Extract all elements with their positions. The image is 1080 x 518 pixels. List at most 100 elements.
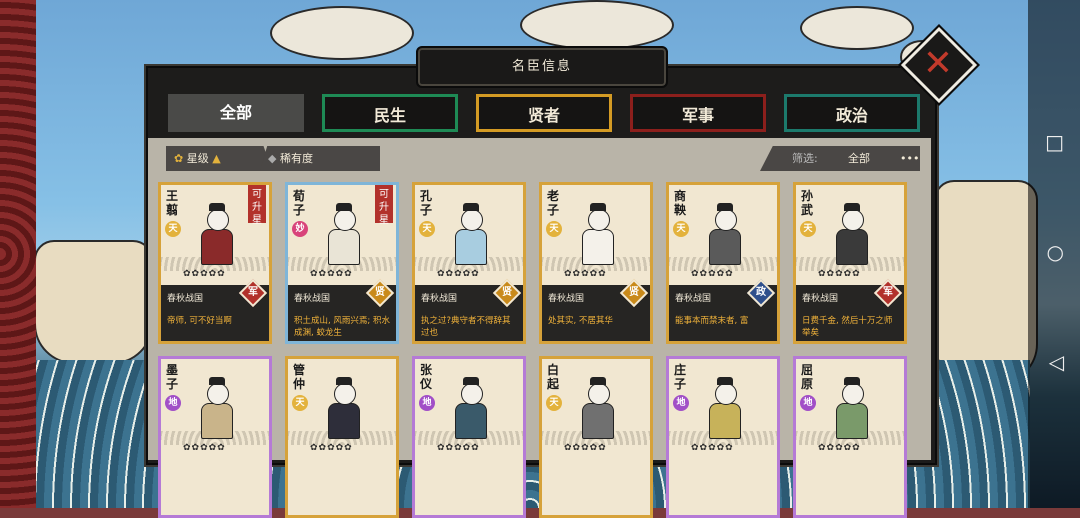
portrait-head bbox=[715, 209, 737, 231]
minister-name: 屈原 bbox=[801, 363, 814, 391]
portrait-robe bbox=[836, 229, 868, 265]
minister-card[interactable]: 王翦天 可升星 ✿✿✿✿✿ 春秋战国 帝师, 可不好当啊 军 bbox=[158, 182, 272, 344]
role-label: 军 bbox=[248, 287, 258, 298]
role-label: 贤 bbox=[629, 287, 639, 298]
minister-portrait bbox=[828, 377, 876, 439]
panel-title: 名臣信息 bbox=[416, 46, 668, 88]
grade-badge: 天 bbox=[419, 221, 435, 237]
minister-card[interactable]: 墨子地 ✿✿✿✿✿ bbox=[158, 356, 272, 518]
minister-name: 张仪 bbox=[420, 363, 433, 391]
portrait-head bbox=[207, 383, 229, 405]
minister-quote: 帝师, 可不好当啊 bbox=[167, 316, 232, 326]
minister-portrait bbox=[828, 203, 876, 265]
minister-quote: 日费千金, 然后十万之师举矣 bbox=[802, 316, 893, 338]
tab-all[interactable]: 全部 bbox=[168, 94, 304, 132]
portrait-head bbox=[842, 383, 864, 405]
upgrade-star-tag[interactable]: 可升星 bbox=[248, 185, 266, 226]
minister-name: 孔子 bbox=[420, 189, 433, 217]
portrait-robe bbox=[328, 403, 360, 439]
portrait-robe bbox=[455, 229, 487, 265]
minister-portrait bbox=[193, 203, 241, 265]
filter-label: 筛选: bbox=[792, 152, 818, 165]
grade-badge: 地 bbox=[165, 395, 181, 411]
star-rating: ✿✿✿✿✿ bbox=[183, 269, 226, 279]
border-pattern bbox=[0, 0, 36, 508]
portrait-head bbox=[461, 383, 483, 405]
minister-card[interactable]: 荀子妙 可升星 ✿✿✿✿✿ 春秋战国 积土成山, 风雨兴焉; 积水成渊, 蛟龙生 贤 bbox=[285, 182, 399, 344]
portrait-hat bbox=[590, 377, 606, 385]
portrait-robe bbox=[582, 403, 614, 439]
minister-portrait bbox=[193, 377, 241, 439]
minister-portrait bbox=[574, 203, 622, 265]
minister-card[interactable]: 屈原地 ✿✿✿✿✿ bbox=[793, 356, 907, 518]
minister-card[interactable]: 白起天 ✿✿✿✿✿ bbox=[539, 356, 653, 518]
more-icon[interactable]: ••• bbox=[900, 146, 919, 171]
minister-card[interactable]: 管仲天 ✿✿✿✿✿ bbox=[285, 356, 399, 518]
sort-star-label: 星级 bbox=[186, 152, 209, 165]
grade-badge: 地 bbox=[419, 395, 435, 411]
portrait-hat bbox=[717, 377, 733, 385]
portrait-robe bbox=[709, 229, 741, 265]
island-left bbox=[34, 240, 153, 364]
star-rating: ✿✿✿✿✿ bbox=[183, 443, 226, 453]
portrait-hat bbox=[463, 203, 479, 211]
portrait-robe bbox=[582, 229, 614, 265]
portrait-robe bbox=[836, 403, 868, 439]
tab-livelihood[interactable]: 民生 bbox=[322, 94, 458, 132]
upgrade-star-tag[interactable]: 可升星 bbox=[375, 185, 393, 226]
era-label: 春秋战国 bbox=[675, 294, 712, 304]
sort-rarity-button[interactable]: ◆ 稀有度 bbox=[260, 146, 380, 171]
role-label: 贤 bbox=[375, 287, 385, 298]
portrait-hat bbox=[336, 203, 352, 211]
era-label: 春秋战国 bbox=[802, 294, 839, 304]
portrait-hat bbox=[463, 377, 479, 385]
cloud bbox=[270, 6, 414, 60]
home-button[interactable]: ○ bbox=[1047, 242, 1064, 262]
era-label: 春秋战国 bbox=[294, 294, 331, 304]
close-icon[interactable]: ✕ bbox=[914, 40, 962, 88]
tab-sage[interactable]: 贤者 bbox=[476, 94, 612, 132]
minister-name: 管仲 bbox=[293, 363, 306, 391]
grade-badge: 妙 bbox=[292, 221, 308, 237]
minister-portrait bbox=[447, 377, 495, 439]
recents-button[interactable]: □ bbox=[1045, 132, 1064, 152]
grade-badge: 天 bbox=[292, 395, 308, 411]
portrait-hat bbox=[844, 203, 860, 211]
minister-name: 荀子 bbox=[293, 189, 306, 217]
grade-badge: 地 bbox=[673, 395, 689, 411]
star-rating: ✿✿✿✿✿ bbox=[564, 269, 607, 279]
minister-name: 商鞅 bbox=[674, 189, 687, 217]
portrait-head bbox=[207, 209, 229, 231]
island-right bbox=[934, 180, 1038, 384]
portrait-hat bbox=[590, 203, 606, 211]
minister-portrait bbox=[701, 203, 749, 265]
cloud bbox=[800, 6, 914, 50]
portrait-robe bbox=[328, 229, 360, 265]
era-label: 春秋战国 bbox=[167, 294, 204, 304]
tab-military[interactable]: 军事 bbox=[630, 94, 766, 132]
minister-portrait bbox=[320, 203, 368, 265]
portrait-hat bbox=[209, 203, 225, 211]
sort-star-button[interactable]: ✿ 星级 ▲ bbox=[166, 146, 272, 171]
minister-card[interactable]: 老子天 ✿✿✿✿✿ 春秋战国 处其实, 不居其华 贤 bbox=[539, 182, 653, 344]
era-label: 春秋战国 bbox=[548, 294, 585, 304]
star-rating: ✿✿✿✿✿ bbox=[691, 443, 734, 453]
minister-card[interactable]: 商鞅天 ✿✿✿✿✿ 春秋战国 能事本而禁末者, 富 政 bbox=[666, 182, 780, 344]
star-rating: ✿✿✿✿✿ bbox=[691, 269, 734, 279]
minister-card[interactable]: 庄子地 ✿✿✿✿✿ bbox=[666, 356, 780, 518]
role-label: 军 bbox=[883, 287, 893, 298]
minister-quote: 执之过?典守者不得辞其过也 bbox=[421, 316, 511, 338]
grade-badge: 天 bbox=[800, 221, 816, 237]
role-label: 政 bbox=[756, 287, 766, 298]
star-rating: ✿✿✿✿✿ bbox=[310, 443, 353, 453]
filter-dropdown[interactable]: 筛选: 全部 ••• bbox=[760, 146, 920, 171]
minister-card[interactable]: 孙武天 ✿✿✿✿✿ 春秋战国 日费千金, 然后十万之师举矣 军 bbox=[793, 182, 907, 344]
portrait-hat bbox=[336, 377, 352, 385]
portrait-head bbox=[715, 383, 737, 405]
minister-name: 白起 bbox=[547, 363, 560, 391]
minister-card[interactable]: 张仪地 ✿✿✿✿✿ bbox=[412, 356, 526, 518]
minister-card[interactable]: 孔子天 ✿✿✿✿✿ 春秋战国 执之过?典守者不得辞其过也 贤 bbox=[412, 182, 526, 344]
tab-politics[interactable]: 政治 bbox=[784, 94, 920, 132]
back-button[interactable]: ◁ bbox=[1049, 352, 1064, 372]
minister-portrait bbox=[447, 203, 495, 265]
